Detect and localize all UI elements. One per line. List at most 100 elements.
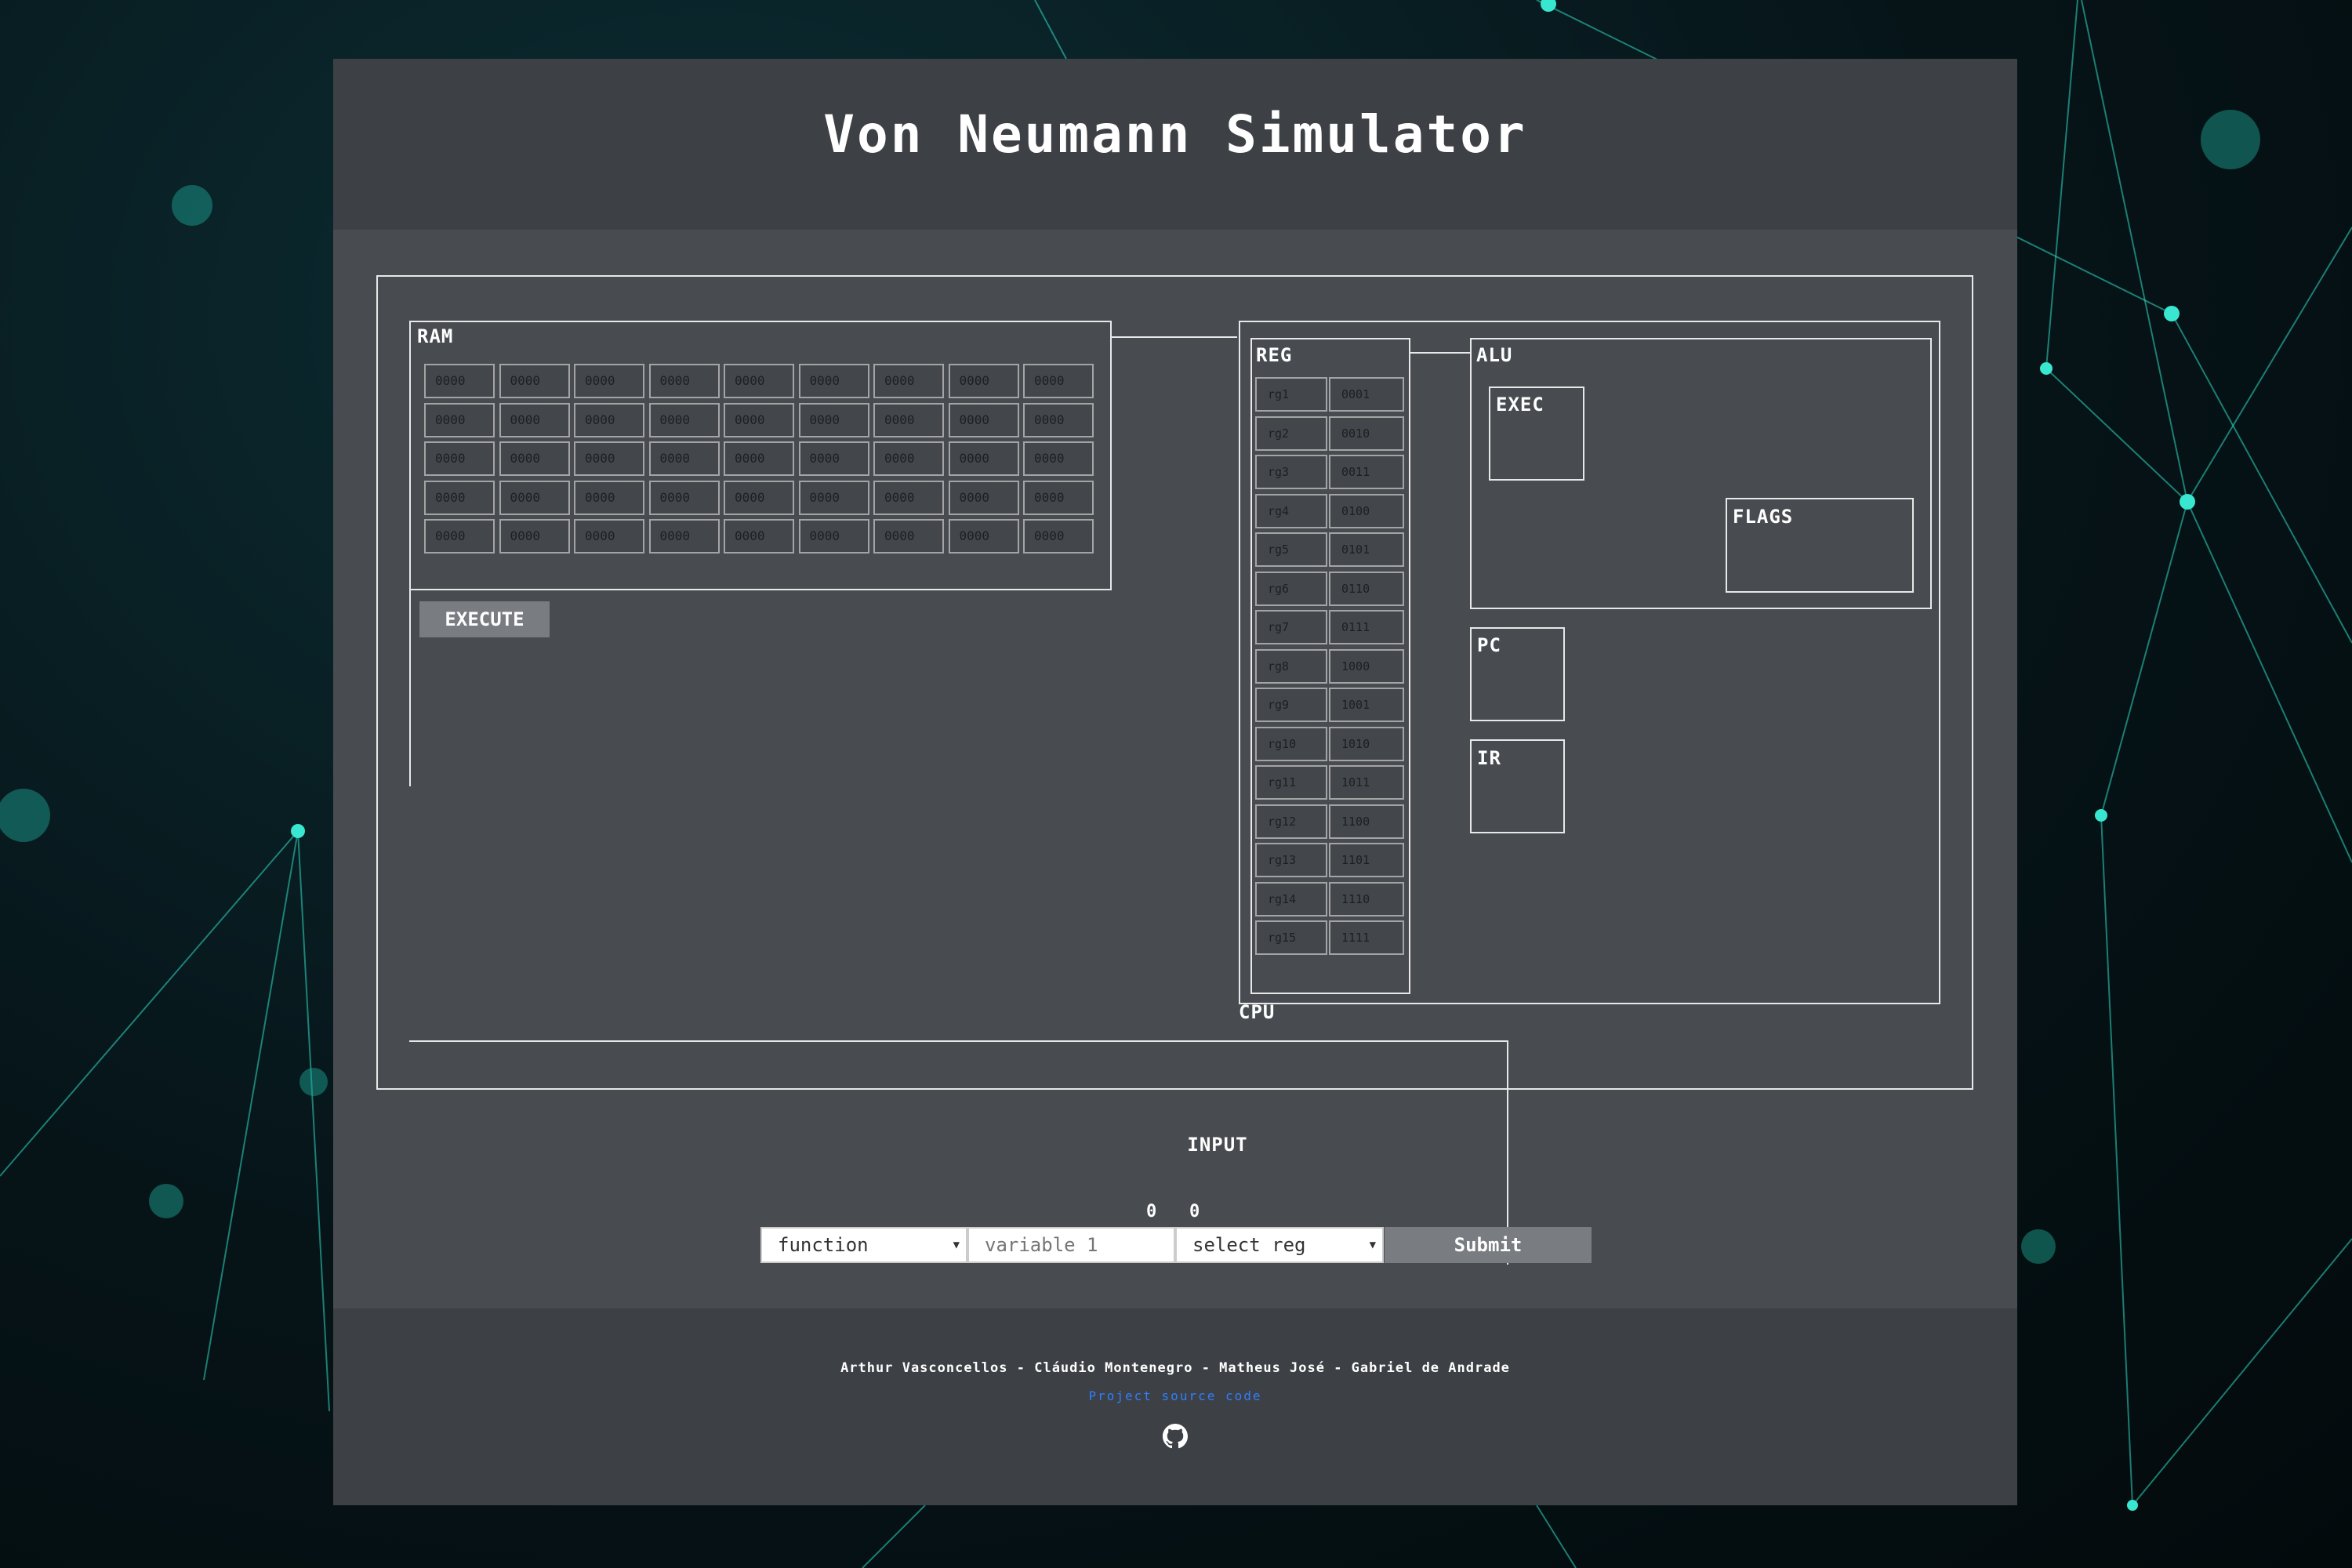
- ram-cell: 0000: [499, 402, 570, 437]
- ram-cell: 0000: [724, 519, 794, 554]
- ram-cell: 0000: [424, 519, 495, 554]
- register-value: 1111: [1329, 920, 1404, 955]
- ir-label: IR: [1477, 747, 1501, 769]
- register-name: rg1: [1255, 377, 1327, 412]
- chevron-down-icon: ▼: [1369, 1239, 1376, 1251]
- ram-cell: 0000: [424, 441, 495, 476]
- register-value: 1101: [1329, 843, 1404, 877]
- ram-cell: 0000: [798, 402, 869, 437]
- ram-cell: 0000: [1023, 480, 1094, 515]
- ram-cell: 0000: [648, 441, 720, 476]
- register-name: rg3: [1255, 455, 1327, 489]
- flags-label: FLAGS: [1733, 506, 1794, 528]
- reg-select-value: select reg: [1192, 1234, 1306, 1256]
- register-value: 0110: [1329, 571, 1404, 606]
- footer: Arthur Vasconcellos - Cláudio Montenegro…: [333, 1308, 2017, 1505]
- ram-cell: 0000: [648, 519, 720, 554]
- page-title: Von Neumann Simulator: [823, 104, 1527, 165]
- ram-cell: 0000: [873, 441, 944, 476]
- ram-cell: 0000: [798, 364, 869, 398]
- reg-label: REG: [1256, 344, 1293, 366]
- ram-cell: 0000: [724, 402, 794, 437]
- chevron-down-icon: ▼: [953, 1239, 960, 1251]
- ram-cell: 0000: [574, 480, 644, 515]
- header: Von Neumann Simulator: [333, 59, 2017, 230]
- ram-input-bus: [409, 1040, 1508, 1042]
- ram-cell: 0000: [648, 402, 720, 437]
- register-name: rg10: [1255, 726, 1327, 761]
- ram-cell: 0000: [1023, 519, 1094, 554]
- ram-cell: 0000: [424, 364, 495, 398]
- execute-button[interactable]: EXECUTE: [419, 601, 550, 637]
- ram-cell: 0000: [798, 519, 869, 554]
- exec-label: EXEC: [1496, 394, 1544, 416]
- register-value: 0001: [1329, 377, 1404, 412]
- register-name: rg15: [1255, 920, 1327, 955]
- input-bit-1: 0: [1146, 1202, 1157, 1221]
- ram-cell: 0000: [499, 519, 570, 554]
- github-icon[interactable]: [1163, 1424, 1188, 1449]
- register-name: rg4: [1255, 493, 1327, 528]
- function-select-value: function: [778, 1234, 869, 1256]
- reg-select[interactable]: select reg ▼: [1175, 1227, 1384, 1263]
- pc-label: PC: [1477, 634, 1501, 656]
- register-value: 1000: [1329, 648, 1404, 684]
- ram-cell: 0000: [724, 480, 794, 515]
- register-name: rg13: [1255, 843, 1327, 877]
- ram-cell: 0000: [948, 364, 1019, 398]
- register-value: 0100: [1329, 493, 1404, 528]
- ram-cell: 0000: [873, 402, 944, 437]
- ram-cell: 0000: [798, 441, 869, 476]
- ram-cell: 0000: [424, 402, 495, 437]
- register-name: rg12: [1255, 804, 1327, 839]
- ram-cell: 0000: [499, 364, 570, 398]
- function-select[interactable]: function ▼: [760, 1227, 967, 1263]
- ram-cell: 0000: [499, 441, 570, 476]
- ram-cell: 0000: [948, 441, 1019, 476]
- ram-cell: 0000: [798, 480, 869, 515]
- ram-cell: 0000: [948, 480, 1019, 515]
- register-value: 1011: [1329, 765, 1404, 800]
- main-panel: Von Neumann Simulator RAM 0000 0000 0000 00…: [333, 59, 2017, 1505]
- register-name: rg14: [1255, 881, 1327, 916]
- register-value: 1100: [1329, 804, 1404, 839]
- ram-cell: 0000: [574, 441, 644, 476]
- ram-cell: 0000: [1023, 441, 1094, 476]
- submit-button[interactable]: Submit: [1385, 1227, 1592, 1263]
- register-value: 0101: [1329, 532, 1404, 567]
- register-name: rg6: [1255, 571, 1327, 606]
- cpu-label: CPU: [1239, 1001, 1276, 1023]
- authors-credit: Arthur Vasconcellos - Cláudio Montenegro…: [840, 1360, 1510, 1376]
- ram-cell: 0000: [873, 364, 944, 398]
- register-name: rg2: [1255, 416, 1327, 451]
- ram-cell: 0000: [648, 364, 720, 398]
- ram-cell: 0000: [648, 480, 720, 515]
- ram-cell: 0000: [574, 402, 644, 437]
- ram-cell: 0000: [948, 519, 1019, 554]
- ram-bus-left: [409, 590, 411, 786]
- register-name: rg11: [1255, 765, 1327, 800]
- register-value: 0111: [1329, 610, 1404, 644]
- register-name: rg7: [1255, 610, 1327, 644]
- ram-cpu-bus: [1112, 336, 1237, 338]
- register-value: 1110: [1329, 881, 1404, 916]
- ram-cell: 0000: [574, 364, 644, 398]
- project-source-link[interactable]: Project source code: [333, 1388, 2017, 1403]
- register-value: 0011: [1329, 455, 1404, 489]
- register-name: rg8: [1255, 648, 1327, 684]
- variable-input[interactable]: [967, 1227, 1175, 1263]
- register-name: rg9: [1255, 688, 1327, 722]
- ram-cell: 0000: [1023, 402, 1094, 437]
- ram-cell: 0000: [873, 480, 944, 515]
- register-name: rg5: [1255, 532, 1327, 567]
- alu-label: ALU: [1476, 344, 1513, 366]
- input-bit-2: 0: [1189, 1202, 1200, 1221]
- ram-cell: 0000: [499, 480, 570, 515]
- reg-alu-bus: [1410, 352, 1472, 354]
- ram-cell: 0000: [948, 402, 1019, 437]
- ram-cell: 0000: [574, 519, 644, 554]
- input-label: INPUT: [1187, 1134, 1248, 1156]
- ram-cell: 0000: [424, 480, 495, 515]
- ram-cell: 0000: [873, 519, 944, 554]
- ram-cell: 0000: [724, 364, 794, 398]
